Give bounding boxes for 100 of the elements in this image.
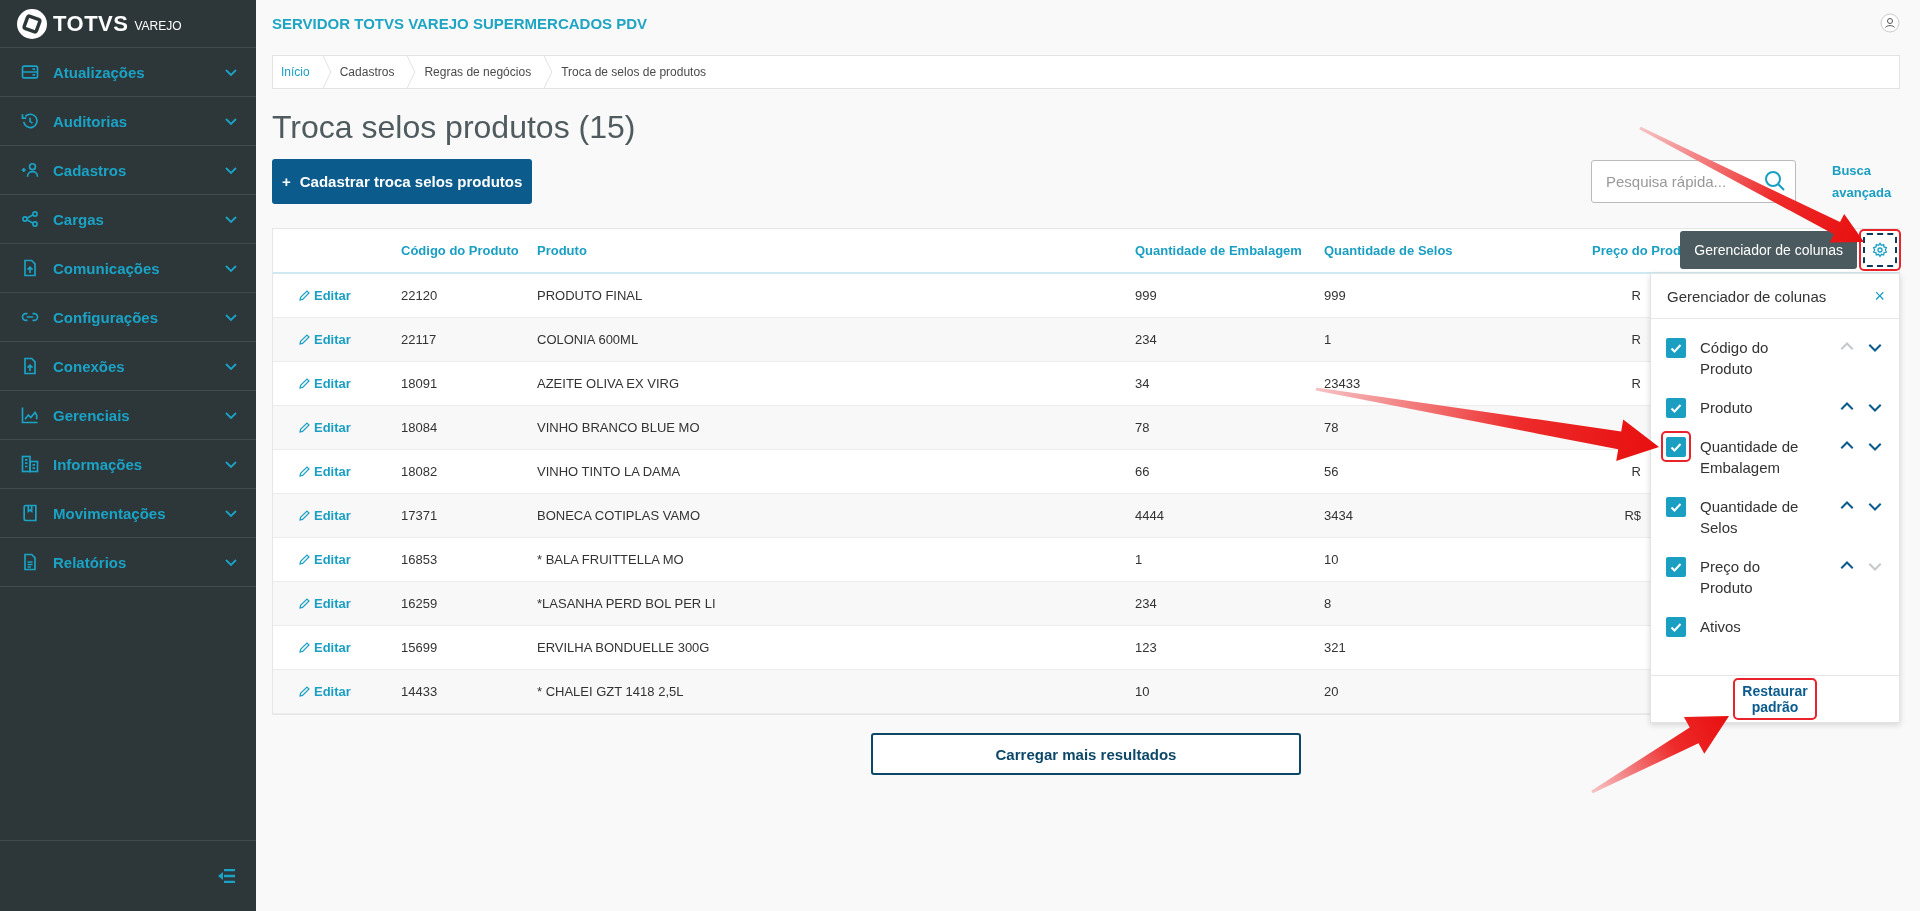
menu-item[interactable]: Cadastros <box>0 146 256 195</box>
table-cell: BONECA COTIPLAS VAMO <box>537 508 701 523</box>
close-button[interactable]: × <box>1874 285 1885 307</box>
logo-icon <box>17 8 47 39</box>
menu-item[interactable]: Informações <box>0 440 256 489</box>
table-cell: 4444 <box>1135 508 1164 523</box>
table-cell: 8 <box>1324 596 1332 611</box>
menu-item[interactable]: Comunicações <box>0 244 256 293</box>
table-cell: * CHALEI GZT 1418 2,5L <box>537 684 684 699</box>
brand-name: TOTVS <box>53 10 129 37</box>
breadcrumb-item[interactable]: Troca de selos de produtos <box>553 56 719 88</box>
settings-icon <box>1872 242 1888 258</box>
menu-item[interactable]: Conexões <box>0 342 256 391</box>
table-cell: ERVILHA BONDUELLE 300G <box>537 640 710 655</box>
table-cell: R <box>1631 376 1641 391</box>
collapse-menu-icon[interactable] <box>218 869 236 883</box>
line-chart-icon <box>20 405 40 425</box>
table-cell: 16259 <box>401 596 438 611</box>
search-icon[interactable] <box>1764 170 1786 192</box>
breadcrumb-link[interactable]: Início <box>273 56 322 88</box>
checkbox[interactable] <box>1666 497 1686 517</box>
pencil-icon <box>299 685 310 697</box>
advanced-search-link[interactable]: Busca avançada <box>1832 159 1898 204</box>
panel-title: Gerenciador de colunas <box>1667 287 1827 305</box>
checkbox[interactable] <box>1666 557 1686 577</box>
checkbox[interactable] <box>1666 338 1686 358</box>
table-cell: 34 <box>1135 376 1150 391</box>
table-cell: 1 <box>1324 332 1332 347</box>
column-option: Produto <box>1700 397 1812 418</box>
table-cell: *LASANHA PERD BOL PER LI <box>537 596 716 611</box>
column-header[interactable]: Quantidade de Embalagem <box>1125 229 1314 273</box>
column-option: Preço do Produto <box>1700 556 1812 598</box>
column-header[interactable]: Código do Produto <box>391 229 527 273</box>
page-title: Troca selos produtos (15) <box>272 108 637 147</box>
menu-item[interactable]: Gerenciais <box>0 391 256 440</box>
add-button[interactable]: + Cadastrar troca selos produtos <box>272 159 533 204</box>
table-cell: 14433 <box>401 684 438 699</box>
share-icon <box>20 209 40 229</box>
table-cell: R <box>1631 288 1641 303</box>
server-title: SERVIDOR TOTVS VAREJO SUPERMERCADOS PDV <box>272 14 648 32</box>
column-header[interactable]: Produto <box>527 229 1125 273</box>
table-cell: 234 <box>1135 596 1157 611</box>
breadcrumb-item[interactable]: Regras de negócios <box>416 56 544 88</box>
checkbox[interactable] <box>1666 398 1686 418</box>
checkbox[interactable] <box>1666 437 1686 457</box>
table-cell: 20 <box>1324 684 1339 699</box>
table-cell: 18091 <box>401 376 438 391</box>
table-cell: 17371 <box>401 508 438 523</box>
table-cell: 321 <box>1324 640 1346 655</box>
table-cell: VINHO TINTO LA DAMA <box>537 464 681 479</box>
menu-item[interactable]: Atualizações <box>0 48 256 97</box>
menu-item[interactable]: Cargas <box>0 195 256 244</box>
pencil-icon <box>299 289 310 301</box>
menu-item[interactable]: Configurações <box>0 293 256 342</box>
table-cell: 10 <box>1324 552 1339 567</box>
building-icon <box>20 454 40 474</box>
history-icon <box>20 111 40 131</box>
edit-link[interactable]: Editar <box>283 287 351 303</box>
edit-link[interactable]: Editar <box>283 551 351 567</box>
user-avatar-icon[interactable] <box>1880 13 1900 33</box>
table-cell: AZEITE OLIVA EX VIRG <box>537 376 680 391</box>
column-option: Quantidade de Embalagem <box>1700 436 1812 478</box>
column-option: Quantidade de Selos <box>1700 496 1812 538</box>
table-cell: 78 <box>1324 420 1339 435</box>
table-cell: R <box>1631 332 1641 347</box>
pencil-icon <box>299 377 310 389</box>
table-cell: 3434 <box>1324 508 1353 523</box>
table-cell: 10 <box>1135 684 1150 699</box>
table-cell: 15699 <box>401 640 438 655</box>
load-more-button[interactable]: Carregar mais resultados <box>871 733 1301 775</box>
pencil-icon <box>299 465 310 477</box>
column-header[interactable]: Quantidade de Selos <box>1314 229 1582 273</box>
column-option: Código do Produto <box>1700 337 1812 379</box>
menu-item[interactable]: Movimentações <box>0 489 256 538</box>
edit-link[interactable]: Editar <box>283 639 351 655</box>
menu-item[interactable]: Relatórios <box>0 538 256 587</box>
table-cell: R <box>1631 464 1641 479</box>
table-cell: R$ <box>1624 508 1641 523</box>
menu-item[interactable]: Auditorias <box>0 97 256 146</box>
breadcrumb-item[interactable]: Cadastros <box>331 56 407 88</box>
table-cell: COLONIA 600ML <box>537 332 639 347</box>
edit-link[interactable]: Editar <box>283 375 351 391</box>
table-cell: 18084 <box>401 420 438 435</box>
column-option: Ativos <box>1700 616 1812 637</box>
table-cell: 23433 <box>1324 376 1361 391</box>
table-cell: VINHO BRANCO BLUE MO <box>537 420 700 435</box>
table-cell: 56 <box>1324 464 1339 479</box>
table-cell: 999 <box>1324 288 1346 303</box>
edit-link[interactable]: Editar <box>283 463 351 479</box>
table-cell: 22117 <box>401 332 437 347</box>
add-user-icon <box>20 160 40 180</box>
table-cell: 18082 <box>401 464 438 479</box>
server-icon <box>20 62 40 82</box>
tooltip: Gerenciador de colunas <box>1680 231 1857 269</box>
pencil-icon <box>299 553 310 565</box>
table-cell: * BALA FRUITTELLA MO <box>537 552 684 567</box>
book-icon <box>20 503 40 523</box>
checkbox[interactable] <box>1666 617 1686 637</box>
product-name: VAREJO <box>134 18 182 33</box>
table-cell: 66 <box>1135 464 1150 479</box>
